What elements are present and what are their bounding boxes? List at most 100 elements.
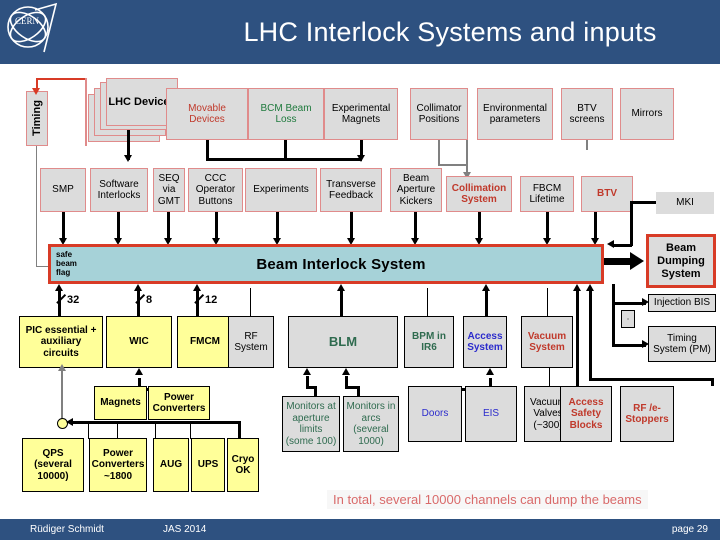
node-collimation-system[interactable]: Collimation System	[446, 176, 512, 212]
node-mirrors-label: Mirrors	[631, 108, 663, 120]
connector-rfe-drop	[711, 378, 714, 386]
node-transverse-feedback-label: Transverse Feedback	[326, 178, 376, 202]
node-magnets-label: Magnets	[100, 397, 141, 409]
node-experimental-magnets[interactable]: Experimental Magnets	[324, 88, 398, 140]
connector-bottom-bus-end	[238, 421, 241, 439]
node-injection-bis[interactable]: Injection BIS	[648, 294, 716, 312]
connector-blm-bis	[340, 288, 343, 316]
node-access-system[interactable]: Access System	[463, 316, 507, 368]
arrowhead-timing	[32, 88, 40, 95]
arrowhead-bis-dump	[630, 252, 644, 270]
node-injection-bis-label: Injection BIS	[653, 297, 711, 309]
node-aug[interactable]: AUG	[153, 438, 189, 492]
svg-text:CERN: CERN	[15, 16, 40, 26]
node-access-safety-blocks[interactable]: Access Safety Blocks	[560, 386, 612, 442]
connector-rf-bis	[250, 288, 252, 316]
node-smp-label: SMP	[52, 184, 74, 196]
connector-aug-up	[155, 421, 157, 439]
node-transverse-feedback[interactable]: Transverse Feedback	[320, 168, 382, 212]
node-beam-dumping-system[interactable]: Beam Dumping System	[646, 234, 716, 288]
node-fbcm-lifetime-label: FBCM Lifetime	[529, 182, 565, 206]
connector-envpar-down	[466, 140, 468, 166]
node-btv-screens[interactable]: BTV screens	[561, 88, 613, 140]
node-ccc-operator-buttons[interactable]: CCC Operator Buttons	[188, 168, 243, 212]
node-vacuum-system-label: Vacuum System	[527, 330, 567, 354]
node-seq-via-gmt[interactable]: SEQ via GMT	[153, 168, 185, 212]
connector-pic-bis	[58, 288, 61, 316]
node-fbcm-lifetime[interactable]: FBCM Lifetime	[520, 176, 574, 212]
connector-coll-bus	[438, 164, 468, 166]
node-blm[interactable]: BLM	[288, 316, 398, 368]
node-btv[interactable]: BTV	[581, 176, 633, 212]
node-power-converters[interactable]: Power Converters	[148, 386, 210, 420]
node-experimental-magnets-label: Experimental Magnets	[331, 102, 391, 126]
safe-beam-flag-label: safe beam flag	[56, 250, 77, 277]
slide-canvas: CERN LHC Interlock Systems and inputs Ti…	[0, 0, 720, 540]
node-wic[interactable]: WIC	[106, 316, 172, 368]
node-beam-aperture-kickers[interactable]: Beam Aperture Kickers	[390, 168, 442, 212]
node-btv-label: BTV	[597, 188, 617, 200]
connector-asb-long	[576, 316, 579, 386]
node-pic-essential[interactable]: PIC essential + auxiliary circuits	[19, 316, 103, 368]
node-qps[interactable]: QPS (several 10000)	[22, 438, 84, 492]
node-timing[interactable]: Timing	[26, 91, 48, 146]
node-cryo-ok[interactable]: Cryo OK	[227, 438, 259, 492]
node-doors-label: Doors	[421, 408, 449, 420]
arrowhead-lhcdev-sw	[124, 155, 132, 162]
signal-marker-icon: ⋅	[621, 310, 635, 328]
node-environmental-parameters[interactable]: Environmental parameters	[477, 88, 553, 140]
connector-btvscreens-down	[586, 140, 588, 150]
node-bpm-in-ir6-label: BPM in IR6	[412, 330, 446, 354]
node-collimator-positions[interactable]: Collimator Positions	[410, 88, 468, 140]
node-monitors-in-arcs-label: Monitors in arcs (several 1000)	[346, 401, 396, 447]
node-bcm-beam-loss-label: BCM Beam Loss	[260, 102, 312, 126]
footer-page-number: page 29	[671, 524, 708, 535]
node-doors[interactable]: Doors	[408, 386, 462, 442]
node-power-converters-1800-label: Power Converters ~1800	[91, 447, 145, 482]
connector-bis-out-v2	[612, 302, 615, 346]
footer-conference: JAS 2014	[163, 524, 207, 535]
node-monitors-in-arcs[interactable]: Monitors in arcs (several 1000)	[343, 396, 399, 452]
node-magnets[interactable]: Magnets	[94, 386, 147, 420]
beam-interlock-system-bar[interactable]: safe beam flag Beam Interlock System	[48, 244, 604, 284]
connector-vacuum-bis	[547, 288, 549, 316]
connector-wic-bis	[137, 288, 140, 316]
node-movable-devices[interactable]: Movable Devices	[166, 88, 248, 140]
node-bcm-beam-loss[interactable]: BCM Beam Loss	[248, 88, 324, 140]
footer-author: Rüdiger Schmidt	[30, 524, 104, 535]
connector-fmcm-bis	[196, 288, 199, 316]
node-smp[interactable]: SMP	[40, 168, 86, 212]
connector-rfe-long-h	[589, 378, 713, 381]
arrowhead-wic-bis	[134, 284, 142, 291]
node-rf-e-stoppers[interactable]: RF /e-Stoppers	[620, 386, 674, 442]
node-monitors-aperture-limits[interactable]: Monitors at aperture limits (some 100)	[282, 396, 340, 452]
node-software-interlocks[interactable]: Software Interlocks	[90, 168, 148, 212]
node-vacuum-system[interactable]: Vacuum System	[521, 316, 573, 368]
connector-injbis-h	[612, 302, 646, 305]
arrowhead-pic-bis	[55, 284, 63, 291]
node-fmcm-label: FMCM	[190, 336, 220, 348]
arrowhead-wic-in	[135, 368, 143, 375]
connector-pic-in-v	[61, 368, 63, 420]
connector-rfe-bis	[589, 288, 592, 316]
connector-top-bus	[206, 158, 362, 161]
connector-ups-up	[190, 421, 192, 439]
node-monitors-aperture-limits-label: Monitors at aperture limits (some 100)	[285, 401, 337, 447]
connector-timing-top	[36, 78, 86, 80]
count-label-32: 32	[67, 294, 80, 306]
node-eis[interactable]: EIS	[465, 386, 517, 442]
node-ups[interactable]: UPS	[191, 438, 225, 492]
node-timing-system-pm[interactable]: Timing System (PM)	[648, 326, 716, 362]
node-experiments[interactable]: Experiments	[245, 168, 317, 212]
connector-mki-h	[630, 201, 656, 204]
node-mirrors[interactable]: Mirrors	[620, 88, 674, 140]
node-mki[interactable]: MKI	[656, 192, 714, 214]
connector-timing-right	[85, 78, 87, 146]
node-seq-via-gmt-label: SEQ via GMT	[157, 172, 181, 207]
node-rf-system[interactable]: RF System	[228, 316, 274, 368]
node-power-converters-1800[interactable]: Power Converters ~1800	[89, 438, 147, 492]
connector-bcm-down	[284, 140, 287, 160]
node-fmcm[interactable]: FMCM	[177, 316, 233, 368]
arrowhead-pic-in	[58, 364, 66, 371]
node-bpm-in-ir6[interactable]: BPM in IR6	[404, 316, 454, 368]
